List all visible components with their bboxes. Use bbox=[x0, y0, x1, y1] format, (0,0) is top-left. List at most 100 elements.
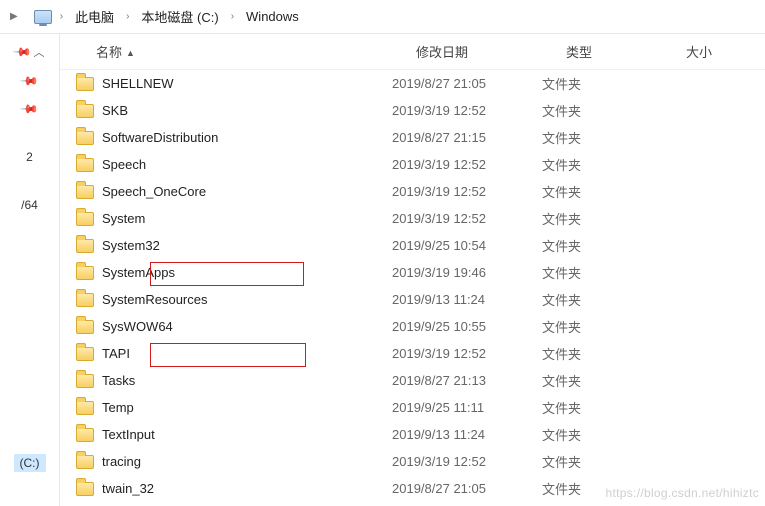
file-type: 文件夹 bbox=[542, 344, 662, 363]
file-date: 2019/3/19 12:52 bbox=[392, 346, 542, 361]
file-name: TextInput bbox=[102, 427, 155, 442]
file-name: SoftwareDistribution bbox=[102, 130, 218, 145]
sidebar-tree-item-selected[interactable]: (C:) bbox=[14, 454, 46, 472]
file-date: 2019/8/27 21:15 bbox=[392, 130, 542, 145]
table-row[interactable]: System32 2019/9/25 10:54文件夹 bbox=[60, 232, 765, 259]
file-date: 2019/3/19 12:52 bbox=[392, 454, 542, 469]
watermark-text: https://blog.csdn.net/hihiztc bbox=[606, 486, 759, 500]
col-header-type[interactable]: 类型 bbox=[566, 42, 686, 61]
table-row[interactable]: Tasks2019/8/27 21:13文件夹 bbox=[60, 367, 765, 394]
table-row[interactable]: Temp 2019/9/25 11:11文件夹 bbox=[60, 394, 765, 421]
this-pc-icon[interactable] bbox=[34, 10, 52, 24]
folder-icon bbox=[76, 428, 94, 442]
file-type: 文件夹 bbox=[542, 263, 662, 282]
file-name: SystemApps bbox=[102, 265, 175, 280]
breadcrumb-item-pc[interactable]: 此电脑 bbox=[71, 3, 118, 30]
file-list-panel: 名称▲ 修改日期 类型 大小 SHELLNEW2019/8/27 21:05文件… bbox=[60, 34, 765, 506]
col-header-name[interactable]: 名称▲ bbox=[96, 42, 416, 61]
file-date: 2019/9/25 10:55 bbox=[392, 319, 542, 334]
table-row[interactable]: System 2019/3/19 12:52文件夹 bbox=[60, 205, 765, 232]
file-name: Temp bbox=[102, 400, 134, 415]
file-date: 2019/3/19 12:52 bbox=[392, 211, 542, 226]
sidebar-tree-item[interactable]: /64 bbox=[21, 198, 38, 212]
file-date: 2019/3/19 12:52 bbox=[392, 184, 542, 199]
file-date: 2019/8/27 21:05 bbox=[392, 481, 542, 496]
sort-asc-icon: ▲ bbox=[126, 48, 135, 58]
folder-icon bbox=[76, 374, 94, 388]
pin-icon: 📌 bbox=[19, 99, 39, 119]
file-name: SKB bbox=[102, 103, 128, 118]
file-type: 文件夹 bbox=[542, 452, 662, 471]
table-row[interactable]: SHELLNEW 2019/8/27 21:05文件夹 bbox=[60, 70, 765, 97]
file-name: Speech bbox=[102, 157, 146, 172]
file-name: Tasks bbox=[102, 373, 135, 388]
folder-icon bbox=[76, 131, 94, 145]
pin-icon: 📌 bbox=[12, 42, 32, 62]
file-name: TAPI bbox=[102, 346, 130, 361]
file-type: 文件夹 bbox=[542, 236, 662, 255]
folder-icon bbox=[76, 482, 94, 496]
file-date: 2019/9/25 11:11 bbox=[392, 400, 542, 415]
folder-icon bbox=[76, 293, 94, 307]
file-type: 文件夹 bbox=[542, 425, 662, 444]
table-row[interactable]: SystemResources2019/9/13 11:24文件夹 bbox=[60, 286, 765, 313]
file-type: 文件夹 bbox=[542, 182, 662, 201]
chevron-right-icon[interactable]: › bbox=[54, 11, 69, 22]
breadcrumb-item-drive[interactable]: 本地磁盘 (C:) bbox=[137, 3, 222, 30]
pin-icon: 📌 bbox=[19, 71, 39, 91]
col-header-modified[interactable]: 修改日期 bbox=[416, 42, 566, 61]
file-name: tracing bbox=[102, 454, 141, 469]
table-row[interactable]: SysWOW64 2019/9/25 10:55文件夹 bbox=[60, 313, 765, 340]
file-type: 文件夹 bbox=[542, 209, 662, 228]
chevron-up-icon[interactable]: ︿ bbox=[33, 44, 44, 60]
column-headers: 名称▲ 修改日期 类型 大小 bbox=[60, 34, 765, 70]
file-type: 文件夹 bbox=[542, 101, 662, 120]
folder-icon bbox=[76, 347, 94, 361]
folder-icon bbox=[76, 77, 94, 91]
file-type: 文件夹 bbox=[542, 74, 662, 93]
chevron-right-icon[interactable]: › bbox=[120, 11, 135, 22]
breadcrumb-item-folder[interactable]: Windows bbox=[242, 5, 303, 28]
chevron-right-icon[interactable]: › bbox=[225, 11, 240, 22]
chevron-right-icon[interactable]: ▶ bbox=[4, 11, 24, 22]
col-header-size[interactable]: 大小 bbox=[686, 42, 765, 61]
table-row[interactable]: SoftwareDistribution 2019/8/27 21:15文件夹 bbox=[60, 124, 765, 151]
file-date: 2019/3/19 12:52 bbox=[392, 103, 542, 118]
file-type: 文件夹 bbox=[542, 155, 662, 174]
table-row[interactable]: TAPI 2019/3/19 12:52文件夹 bbox=[60, 340, 765, 367]
table-row[interactable]: Speech 2019/3/19 12:52文件夹 bbox=[60, 151, 765, 178]
table-row[interactable]: TextInput 2019/9/13 11:24文件夹 bbox=[60, 421, 765, 448]
file-name: twain_32 bbox=[102, 481, 154, 496]
file-type: 文件夹 bbox=[542, 290, 662, 309]
file-name: SHELLNEW bbox=[102, 76, 174, 91]
table-row[interactable]: SKB 2019/3/19 12:52文件夹 bbox=[60, 97, 765, 124]
folder-icon bbox=[76, 320, 94, 334]
folder-icon bbox=[76, 104, 94, 118]
file-type: 文件夹 bbox=[542, 398, 662, 417]
file-name: SysWOW64 bbox=[102, 319, 173, 334]
file-type: 文件夹 bbox=[542, 317, 662, 336]
folder-icon bbox=[76, 185, 94, 199]
table-row[interactable]: tracing 2019/3/19 12:52文件夹 bbox=[60, 448, 765, 475]
file-list: SHELLNEW2019/8/27 21:05文件夹SKB2019/3/19 1… bbox=[60, 70, 765, 502]
file-date: 2019/8/27 21:05 bbox=[392, 76, 542, 91]
sidebar-quick-access: 📌︿ 📌 📌 2 /64 (C:) bbox=[0, 34, 60, 506]
file-date: 2019/8/27 21:13 bbox=[392, 373, 542, 388]
file-date: 2019/9/13 11:24 bbox=[392, 292, 542, 307]
table-row[interactable]: Speech_OneCore2019/3/19 12:52文件夹 bbox=[60, 178, 765, 205]
folder-icon bbox=[76, 212, 94, 226]
file-date: 2019/3/19 12:52 bbox=[392, 157, 542, 172]
folder-icon bbox=[76, 158, 94, 172]
folder-icon bbox=[76, 266, 94, 280]
folder-icon bbox=[76, 239, 94, 253]
table-row[interactable]: SystemApps2019/3/19 19:46文件夹 bbox=[60, 259, 765, 286]
folder-icon bbox=[76, 401, 94, 415]
file-type: 文件夹 bbox=[542, 128, 662, 147]
breadcrumb[interactable]: ▶ › 此电脑 › 本地磁盘 (C:) › Windows bbox=[0, 0, 765, 34]
file-date: 2019/9/25 10:54 bbox=[392, 238, 542, 253]
sidebar-tree-item[interactable]: 2 bbox=[26, 150, 33, 164]
file-name: System32 bbox=[102, 238, 160, 253]
file-name: System bbox=[102, 211, 145, 226]
folder-icon bbox=[76, 455, 94, 469]
file-date: 2019/9/13 11:24 bbox=[392, 427, 542, 442]
